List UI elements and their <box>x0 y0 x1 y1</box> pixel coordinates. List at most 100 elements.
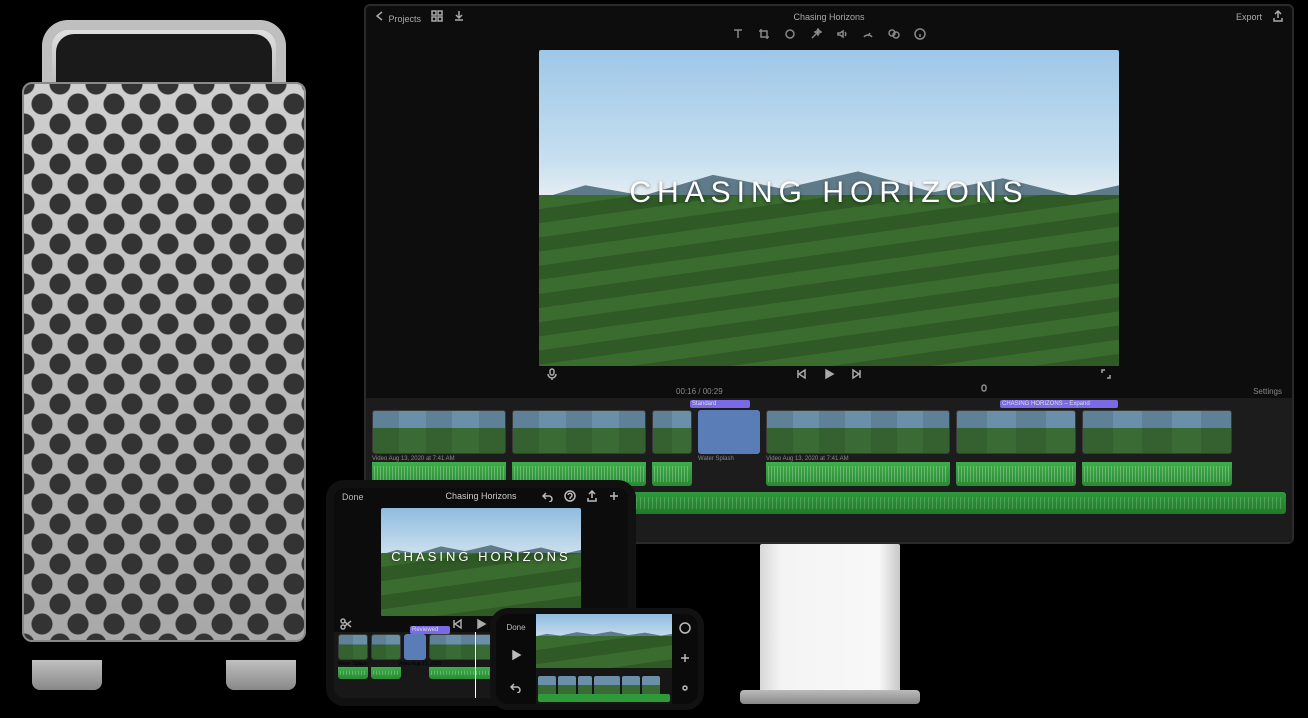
transition-clip[interactable] <box>698 410 760 454</box>
title-overlay-clip[interactable]: CHASING HORIZONS – Expand <box>1000 400 1118 408</box>
audio-waveform[interactable] <box>371 667 401 679</box>
imovie-iphone: Done <box>490 608 704 710</box>
back-to-projects-button[interactable]: Projects <box>374 10 421 24</box>
audio-waveform[interactable] <box>652 462 692 486</box>
play-button[interactable] <box>475 618 487 632</box>
skip-forward-button[interactable] <box>851 368 863 383</box>
title-overlay-clip[interactable]: Standard <box>690 400 750 408</box>
video-clip[interactable] <box>372 410 506 454</box>
audio-waveform[interactable] <box>766 462 950 486</box>
video-clip[interactable] <box>578 676 592 696</box>
download-icon <box>453 10 465 22</box>
skip-back-button[interactable] <box>451 618 463 632</box>
scissors-icon <box>340 618 352 630</box>
mac-preview-viewer[interactable]: CHASING HORIZONS <box>539 50 1119 366</box>
titles-tool[interactable] <box>732 28 744 48</box>
crop-icon <box>758 28 770 40</box>
undo-icon <box>510 681 522 693</box>
iphone-timeline[interactable] <box>536 668 672 704</box>
mac-pro-tower <box>14 20 314 690</box>
video-clip[interactable] <box>956 410 1076 454</box>
speedometer-icon <box>862 28 874 40</box>
volume-tool[interactable] <box>836 28 848 48</box>
title-overlay-text: CHASING HORIZONS <box>381 549 581 564</box>
skip-forward-icon <box>851 368 863 380</box>
ipad-toolbar: Done <box>334 488 628 506</box>
play-button[interactable] <box>823 368 835 383</box>
fullscreen-button[interactable] <box>1100 368 1112 383</box>
audio-track[interactable] <box>538 694 670 702</box>
play-button[interactable] <box>510 649 522 663</box>
help-icon <box>679 622 691 634</box>
back-label: Projects <box>389 14 422 24</box>
undo-button[interactable] <box>542 490 554 504</box>
video-clip[interactable] <box>766 410 950 454</box>
import-button[interactable] <box>453 10 465 24</box>
info-icon <box>914 28 926 40</box>
video-clip[interactable] <box>652 410 692 454</box>
filter-tool[interactable] <box>888 28 900 48</box>
mac-adjust-toolbar <box>366 28 1292 48</box>
iphone-left-controls: Done <box>496 614 536 704</box>
microphone-icon <box>546 368 558 380</box>
plus-icon <box>679 652 691 664</box>
timeline-settings-button[interactable]: Settings <box>1253 387 1282 396</box>
transition-clip[interactable] <box>404 634 426 660</box>
enhance-tool[interactable] <box>810 28 822 48</box>
share-button[interactable] <box>1272 10 1284 24</box>
done-button[interactable]: Done <box>506 623 525 632</box>
video-clip[interactable] <box>1082 410 1232 454</box>
add-media-button[interactable] <box>679 652 691 667</box>
settings-button[interactable] <box>679 682 691 697</box>
video-clip[interactable] <box>642 676 660 696</box>
share-button[interactable] <box>586 490 598 504</box>
iphone-preview-viewer[interactable] <box>536 614 672 668</box>
undo-button[interactable] <box>510 681 522 695</box>
speed-tool[interactable] <box>862 28 874 48</box>
color-wand-icon <box>784 28 796 40</box>
video-clip[interactable] <box>558 676 576 696</box>
share-icon <box>586 490 598 502</box>
skip-back-button[interactable] <box>795 368 807 383</box>
audio-waveform[interactable] <box>338 667 368 679</box>
color-tool[interactable] <box>784 28 796 48</box>
title-overlay-clip[interactable]: Reviewed <box>410 626 450 634</box>
audio-waveform[interactable] <box>1082 462 1232 486</box>
gear-icon <box>679 682 691 694</box>
text-icon <box>732 28 744 40</box>
magic-wand-icon <box>810 28 822 40</box>
clip-label: Water Splash <box>698 456 760 462</box>
scissors-button[interactable] <box>340 618 352 632</box>
video-clip[interactable] <box>538 676 556 696</box>
video-clip[interactable] <box>338 634 368 660</box>
volume-icon <box>836 28 848 40</box>
playhead[interactable] <box>475 632 476 698</box>
media-library-button[interactable] <box>431 10 443 24</box>
audio-waveform[interactable] <box>956 462 1076 486</box>
video-clip[interactable] <box>512 410 646 454</box>
crop-tool[interactable] <box>758 28 770 48</box>
video-clip[interactable] <box>371 634 401 660</box>
audio-meter-icon[interactable] <box>978 384 990 398</box>
mac-toolbar: Projects Chasing Horizons Export <box>366 6 1292 28</box>
play-icon <box>823 368 835 380</box>
undo-icon <box>542 490 554 502</box>
record-voiceover-button[interactable] <box>546 368 558 383</box>
export-button[interactable]: Export <box>1236 12 1262 22</box>
imovie-mac-window: Projects Chasing Horizons Export CHASING… <box>364 4 1294 544</box>
monitor-stand <box>760 544 900 694</box>
video-clip[interactable] <box>594 676 620 696</box>
help-button[interactable] <box>564 490 576 504</box>
play-icon <box>510 649 522 661</box>
help-button[interactable] <box>679 622 691 637</box>
timecode-readout: 00:16 / 00:29 <box>676 387 723 396</box>
done-button[interactable]: Done <box>342 492 364 502</box>
mac-transport-controls <box>366 366 1292 384</box>
video-clip[interactable] <box>622 676 640 696</box>
ipad-preview-viewer[interactable]: CHASING HORIZONS <box>381 508 581 616</box>
add-media-button[interactable] <box>608 490 620 504</box>
info-tool[interactable] <box>914 28 926 48</box>
help-icon <box>564 490 576 502</box>
share-icon <box>1272 10 1284 22</box>
mac-timecode-bar: 00:16 / 00:29 Settings <box>366 384 1292 398</box>
